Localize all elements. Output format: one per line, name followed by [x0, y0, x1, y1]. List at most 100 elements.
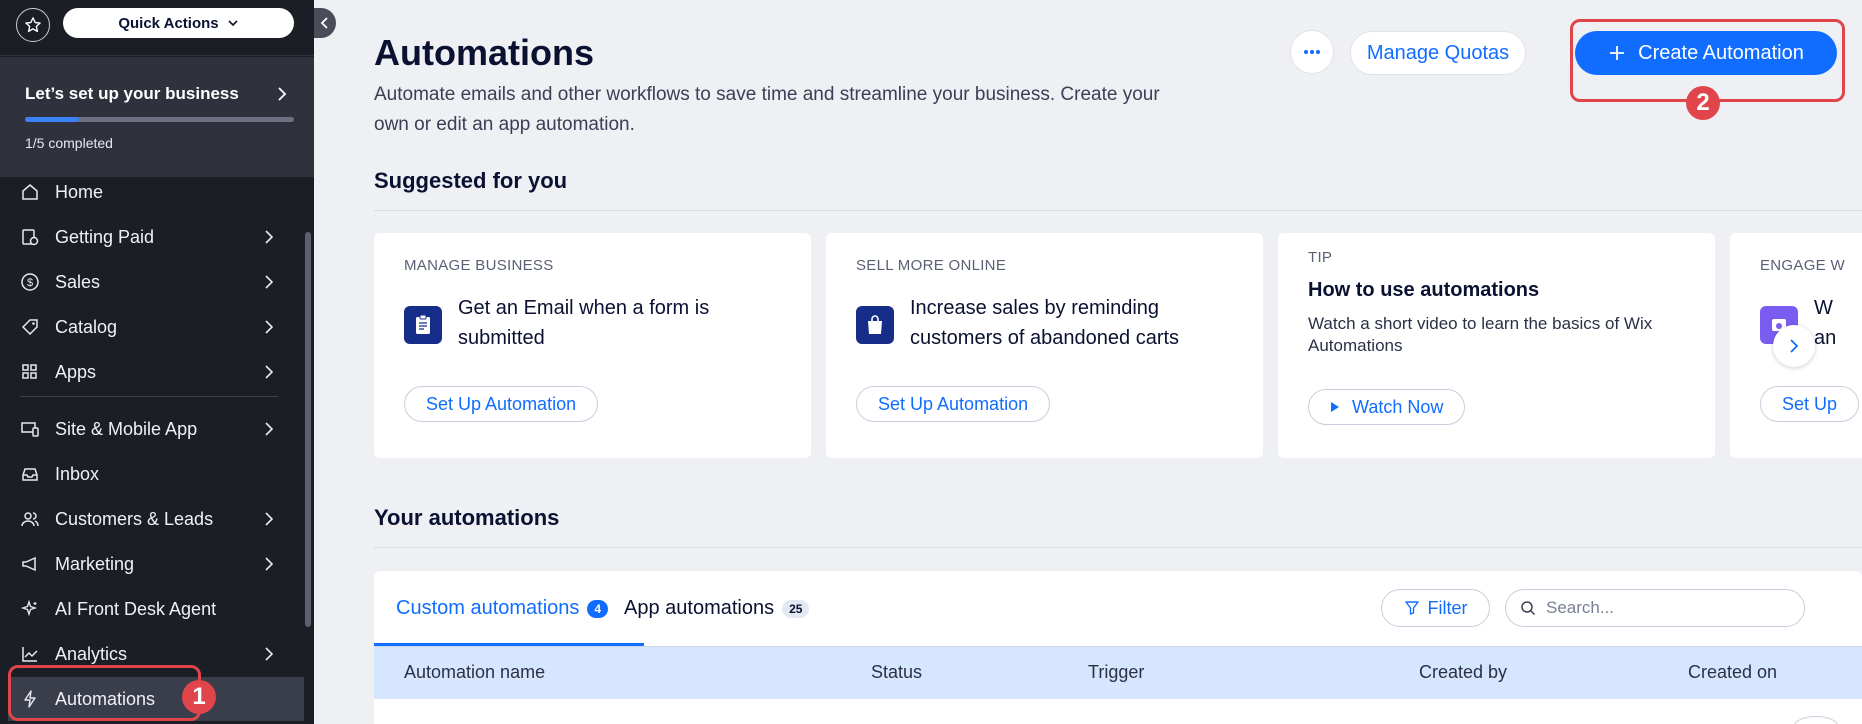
quick-actions-button[interactable]: Quick Actions [63, 8, 294, 38]
apps-icon [22, 364, 37, 379]
setup-progress-bar [25, 117, 294, 122]
suggestion-card: MANAGE BUSINESS Get an Email when a form… [374, 233, 811, 458]
chevron-right-icon [265, 647, 274, 661]
collapse-sidebar-button[interactable] [314, 8, 336, 38]
set-up-automation-button[interactable]: Set Up [1760, 386, 1860, 422]
sidebar-item-customers-leads[interactable]: Customers & Leads [8, 497, 304, 541]
tab-custom-automations[interactable]: Custom automations 4 [396, 597, 609, 620]
tab-app-automations[interactable]: App automations 25 [624, 597, 810, 620]
sidebar-item-label: Site & Mobile App [55, 418, 198, 439]
sidebar-item-getting-paid[interactable]: Getting Paid [8, 215, 304, 259]
tab-count-badge: 4 [587, 599, 609, 618]
search-input[interactable] [1546, 598, 1776, 618]
more-horizontal-icon [1304, 50, 1320, 54]
chevron-left-icon [320, 17, 328, 29]
tab-label: Custom automations [396, 597, 580, 619]
favorites-button[interactable] [16, 8, 50, 42]
sidebar-item-home[interactable]: Home [8, 170, 304, 214]
sidebar-item-label: Getting Paid [55, 226, 155, 247]
sidebar-item-label: AI Front Desk Agent [55, 598, 217, 619]
card-text: Increase sales by reminding customers of… [910, 297, 1180, 349]
star-icon [25, 17, 41, 33]
column-header-created-on[interactable]: Created on [1688, 662, 1777, 683]
tip-card: TIP How to use automations Watch a short… [1278, 233, 1715, 458]
set-up-automation-button[interactable]: Set Up Automation [404, 386, 599, 422]
tag-icon [21, 319, 38, 336]
tip-description: Watch a short video to learn the basics … [1308, 314, 1653, 355]
search-icon [1521, 601, 1536, 616]
carousel-next-button[interactable] [1773, 325, 1815, 367]
sidebar-item-inbox[interactable]: Inbox [8, 452, 304, 496]
sidebar-item-ai-front-desk-agent[interactable]: AI Front Desk Agent [8, 587, 304, 631]
column-header-status[interactable]: Status [871, 662, 922, 683]
clipboard-icon [404, 306, 442, 344]
sidebar-item-apps[interactable]: Apps [8, 350, 304, 394]
sidebar-item-label: Analytics [55, 643, 128, 664]
chevron-down-icon [228, 20, 238, 27]
chevron-right-icon [265, 422, 274, 436]
sidebar-divider [20, 396, 278, 397]
table-header-row: Automation name Status Trigger Created b… [374, 647, 1862, 699]
column-header-automation-name[interactable]: Automation name [404, 662, 545, 683]
chart-icon [22, 647, 38, 662]
sidebar-item-sales[interactable]: $ Sales [8, 260, 304, 304]
suggestion-card: SELL MORE ONLINE Increase sales by remin… [826, 233, 1263, 458]
main-content: Automations Automate emails and other wo… [337, 0, 1862, 724]
tab-label: App automations [624, 597, 775, 619]
card-category: MANAGE BUSINESS [404, 257, 554, 274]
column-header-trigger[interactable]: Trigger [1088, 662, 1144, 683]
set-up-automation-button[interactable]: Set Up Automation [856, 386, 1051, 422]
sidebar: Quick Actions Let’s set up your business… [0, 0, 314, 724]
people-icon [21, 512, 39, 527]
filter-button[interactable]: Filter [1381, 589, 1490, 627]
setup-progress-panel[interactable]: Let’s set up your business 1/5 completed [0, 57, 314, 177]
inbox-icon [22, 468, 38, 481]
dollar-icon: $ [21, 273, 39, 291]
home-icon [22, 184, 38, 200]
chevron-right-icon [265, 557, 274, 571]
chevron-right-icon [278, 87, 287, 101]
sidebar-item-catalog[interactable]: Catalog [8, 305, 304, 349]
setup-progress-fill [25, 117, 79, 122]
sidebar-item-marketing[interactable]: Marketing [8, 542, 304, 586]
chevron-right-icon [265, 512, 274, 526]
card-text-partial-1: W [1814, 297, 1833, 319]
page-title: Automations [374, 32, 594, 73]
annotation-highlight-1 [8, 665, 201, 721]
sidebar-item-label: Catalog [55, 316, 118, 337]
setup-completed-text: 1/5 completed [25, 135, 113, 151]
search-box[interactable] [1505, 589, 1805, 627]
sidebar-item-label: Sales [55, 271, 101, 292]
chevron-right-icon [265, 230, 274, 244]
quick-actions-label: Quick Actions [118, 14, 219, 32]
sidebar-item-label: Marketing [55, 553, 135, 574]
sidebar-top-bar: Quick Actions [0, 0, 314, 56]
shopping-bag-icon [856, 306, 894, 344]
sidebar-item-label: Inbox [55, 463, 100, 484]
page-description: Automate emails and other workflows to s… [374, 84, 1160, 135]
setup-title: Let’s set up your business [25, 84, 239, 103]
card-category: ENGAGE W [1760, 257, 1845, 274]
sidebar-item-label: Home [55, 181, 104, 202]
automations-table: Custom automations 4 App automations 25 … [374, 571, 1862, 724]
sparkle-icon [20, 599, 38, 617]
card-text: Get an Email when a form is submitted [458, 297, 710, 349]
row-action-button[interactable] [1794, 716, 1838, 724]
sidebar-item-label: Customers & Leads [55, 508, 214, 529]
filter-icon [1404, 601, 1419, 615]
megaphone-icon [22, 556, 36, 572]
sidebar-item-site-mobile-app[interactable]: Site & Mobile App [8, 407, 304, 451]
chevron-right-icon [265, 365, 274, 379]
annotation-badge-1: 1 [182, 680, 216, 714]
card-text-partial-2: an [1814, 327, 1837, 349]
watch-now-button[interactable]: Watch Now [1308, 389, 1466, 425]
devices-icon [21, 422, 39, 437]
column-header-created-by[interactable]: Created by [1419, 662, 1507, 683]
watch-now-label: Watch Now [1352, 396, 1444, 417]
more-actions-button[interactable] [1290, 30, 1334, 74]
section-divider [374, 210, 1862, 211]
sidebar-scrollbar[interactable] [305, 232, 311, 627]
tab-count-badge: 25 [782, 599, 810, 618]
tip-title: How to use automations [1308, 279, 1540, 301]
manage-quotas-button[interactable]: Manage Quotas [1350, 31, 1526, 75]
